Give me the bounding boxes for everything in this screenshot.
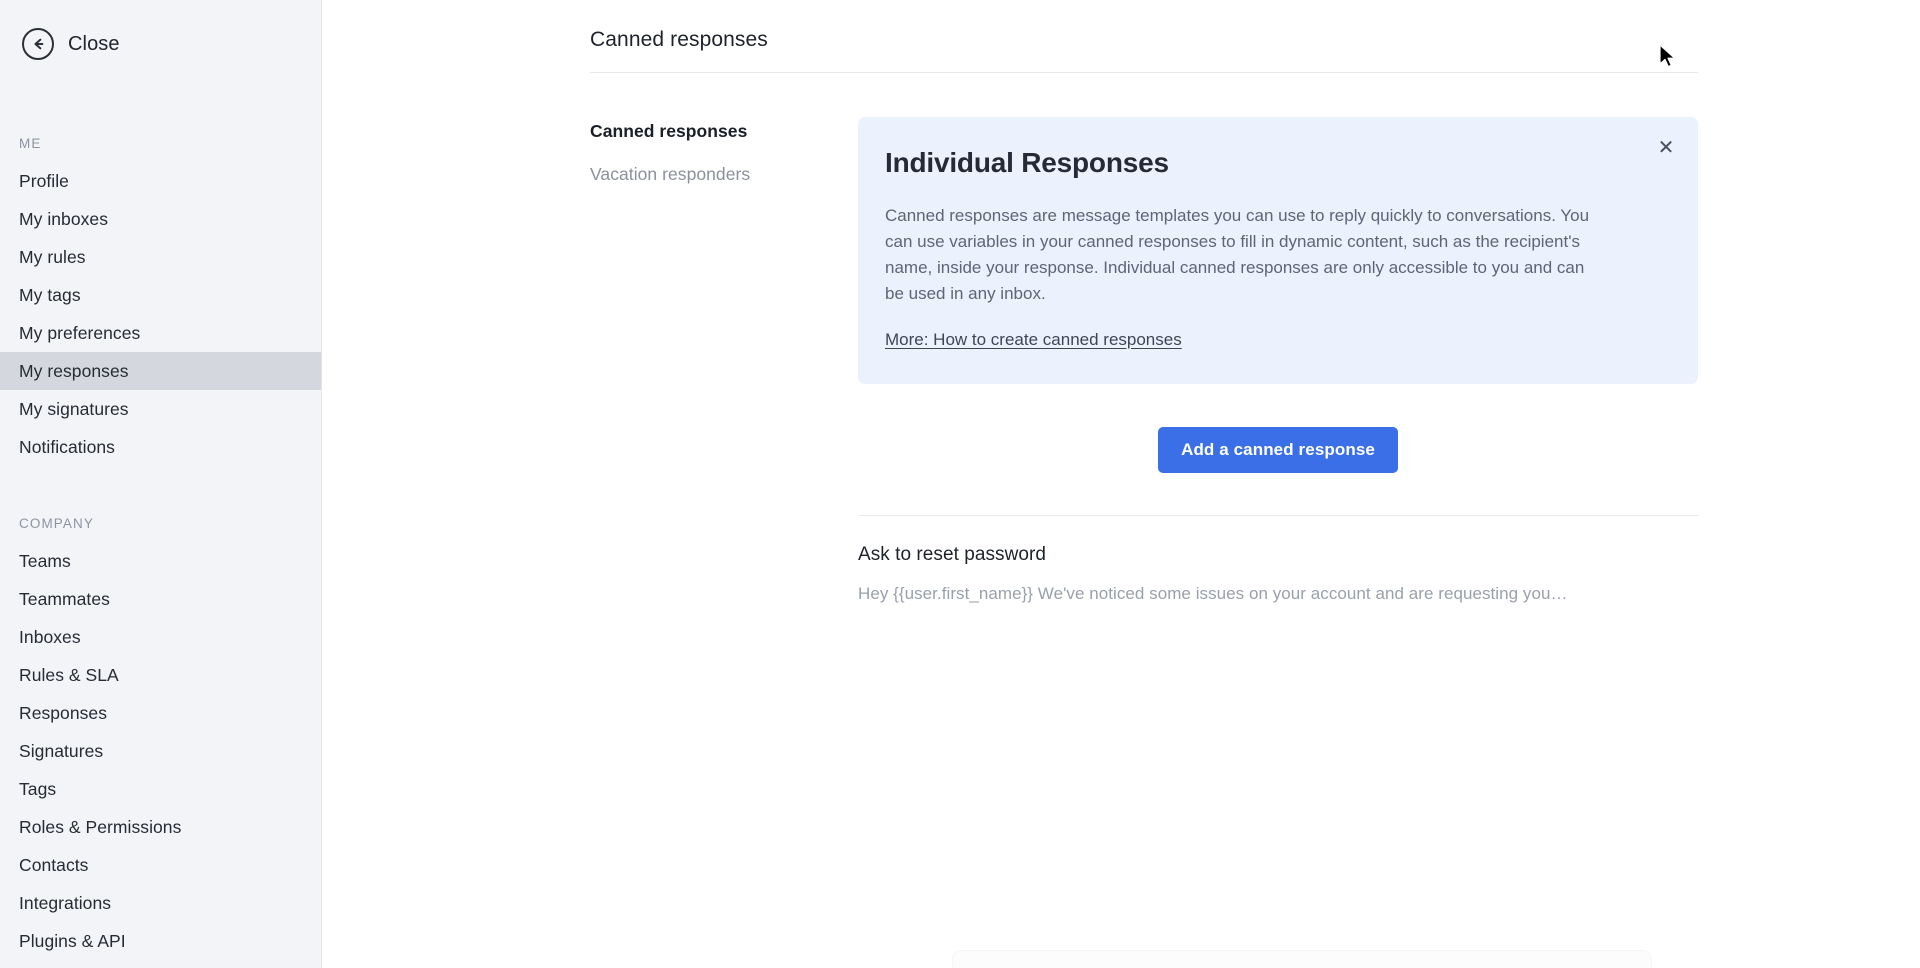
info-panel-body: Canned responses are message templates y… — [885, 206, 1590, 303]
sidebar-item-inboxes[interactable]: Inboxes — [0, 618, 321, 656]
close-button[interactable]: Close — [0, 0, 120, 60]
sidebar-item-my-preferences[interactable]: My preferences — [0, 314, 321, 352]
bottom-sheet-edge — [952, 950, 1652, 968]
sidebar-item-label: My rules — [19, 246, 86, 267]
sidebar-item-plugins-api[interactable]: Plugins & API — [0, 922, 321, 960]
sidebar-nav-company: Teams Teammates Inboxes Rules & SLA Resp… — [0, 542, 321, 960]
main-content: Canned responses Canned responses Vacati… — [322, 0, 1920, 968]
sidebar-item-label: My signatures — [19, 398, 129, 419]
sidebar-item-label: Profile — [19, 170, 69, 191]
sidebar-section-me: ME Profile My inboxes My rules My tags M… — [0, 136, 321, 466]
sidebar-item-label: Contacts — [19, 854, 89, 875]
sidebar-item-my-responses[interactable]: My responses — [0, 352, 321, 390]
close-icon[interactable]: ✕ — [1653, 135, 1679, 161]
sidebar-item-my-rules[interactable]: My rules — [0, 238, 321, 276]
sidebar-section-heading-company: COMPANY — [19, 516, 94, 531]
sidebar-item-label: Tags — [19, 778, 57, 799]
sidebar-item-my-tags[interactable]: My tags — [0, 276, 321, 314]
sidebar-item-label: My tags — [19, 284, 81, 305]
sidebar-item-label: My preferences — [19, 322, 141, 343]
sidebar-item-label: Signatures — [19, 740, 104, 761]
response-title: Ask to reset password — [858, 544, 1046, 565]
sidebar-item-profile[interactable]: Profile — [0, 162, 321, 200]
sidebar-item-label: Notifications — [19, 436, 115, 457]
settings-sidebar: Close ME Profile My inboxes My rules My … — [0, 0, 322, 968]
sidebar-item-responses[interactable]: Responses — [0, 694, 321, 732]
sidebar-item-my-signatures[interactable]: My signatures — [0, 390, 321, 428]
tab-vacation-responders[interactable]: Vacation responders — [590, 164, 858, 185]
page-header: Canned responses — [590, 0, 1698, 73]
page-title: Canned responses — [590, 28, 768, 51]
sidebar-item-label: Teammates — [19, 588, 110, 609]
sidebar-item-label: Responses — [19, 702, 108, 723]
sidebar-item-label: Inboxes — [19, 626, 81, 647]
content-area: Canned responses Vacation responders ✕ I… — [590, 73, 1698, 604]
sidebar-item-label: Plugins & API — [19, 930, 126, 951]
sidebar-item-label: Integrations — [19, 892, 112, 913]
sidebar-item-label: Teams — [19, 550, 71, 571]
sidebar-item-integrations[interactable]: Integrations — [0, 884, 321, 922]
sidebar-item-notifications[interactable]: Notifications — [0, 428, 321, 466]
sidebar-item-contacts[interactable]: Contacts — [0, 846, 321, 884]
arrow-left-circle-icon — [22, 28, 54, 60]
sidebar-item-rules-sla[interactable]: Rules & SLA — [0, 656, 321, 694]
sidebar-item-label: My inboxes — [19, 208, 109, 229]
panel-column: ✕ Individual Responses Canned responses … — [858, 117, 1698, 604]
response-preview: Hey {{user.first_name}} We've noticed so… — [858, 584, 1568, 603]
close-button-label: Close — [68, 32, 120, 55]
sidebar-item-tags[interactable]: Tags — [0, 770, 321, 808]
info-panel-title: Individual Responses — [885, 147, 1169, 178]
sidebar-item-teams[interactable]: Teams — [0, 542, 321, 580]
sidebar-section-company: COMPANY Teams Teammates Inboxes Rules & … — [0, 516, 321, 960]
tab-canned-responses[interactable]: Canned responses — [590, 121, 858, 142]
settings-page: Close ME Profile My inboxes My rules My … — [0, 0, 1920, 968]
sidebar-item-my-inboxes[interactable]: My inboxes — [0, 200, 321, 238]
sidebar-item-label: Roles & Permissions — [19, 816, 182, 837]
sidebar-item-label: Rules & SLA — [19, 664, 119, 685]
sidebar-item-roles-permissions[interactable]: Roles & Permissions — [0, 808, 321, 846]
secondary-nav: Canned responses Vacation responders — [590, 117, 858, 604]
info-panel-link[interactable]: More: How to create canned responses — [885, 330, 1182, 350]
info-panel: ✕ Individual Responses Canned responses … — [858, 117, 1698, 384]
sidebar-section-heading-me: ME — [19, 136, 42, 151]
sidebar-item-signatures[interactable]: Signatures — [0, 732, 321, 770]
action-row: Add a canned response — [858, 427, 1698, 473]
sidebar-item-label: My responses — [19, 360, 129, 381]
sidebar-nav-me: Profile My inboxes My rules My tags My p… — [0, 162, 321, 466]
add-canned-response-button[interactable]: Add a canned response — [1158, 427, 1398, 473]
list-item[interactable]: Ask to reset password Hey {{user.first_n… — [858, 516, 1698, 604]
sidebar-item-teammates[interactable]: Teammates — [0, 580, 321, 618]
